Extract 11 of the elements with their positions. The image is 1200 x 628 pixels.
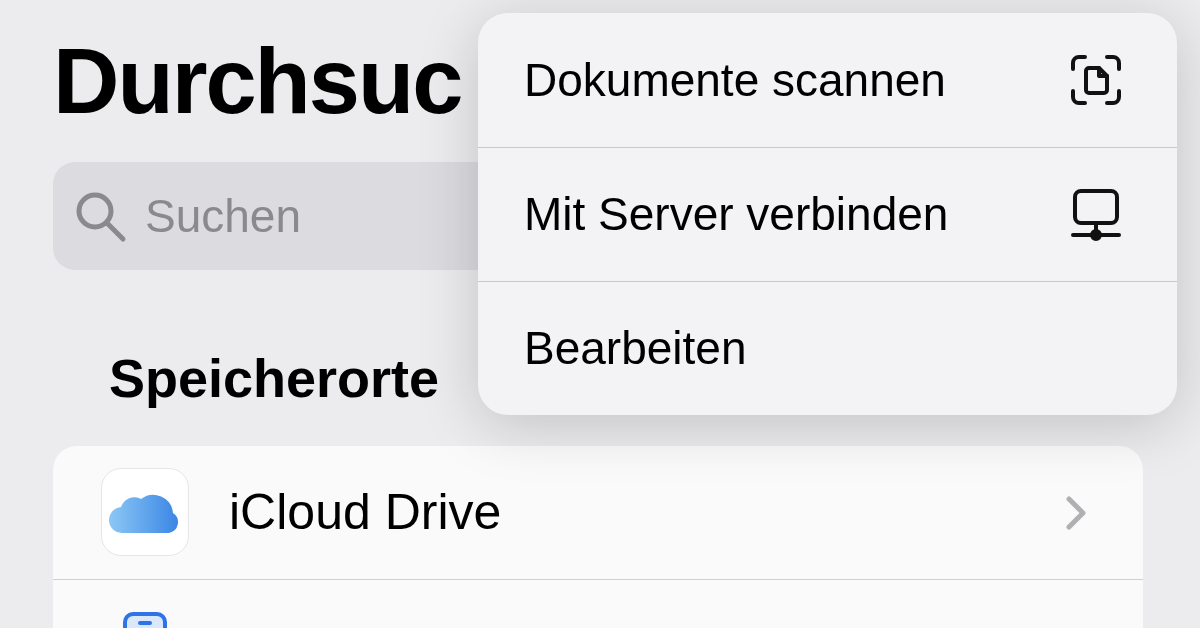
menu-item[interactable]: Dokumente scannen	[478, 13, 1177, 147]
chevron-icon	[1065, 494, 1087, 531]
menu-item[interactable]: Bearbeiten	[478, 281, 1177, 415]
menu-item[interactable]: Mit Server verbinden	[478, 147, 1177, 281]
location-label: iCloud Drive	[229, 483, 503, 542]
page-title: Durchsuc	[53, 29, 462, 134]
section-title: Speicherorte	[109, 348, 440, 408]
cloud-app-icon	[101, 468, 189, 556]
network-monitor-icon	[1069, 186, 1123, 243]
document-scan-icon	[1069, 53, 1123, 107]
location-row[interactable]: iCloud Drive	[53, 446, 1143, 579]
